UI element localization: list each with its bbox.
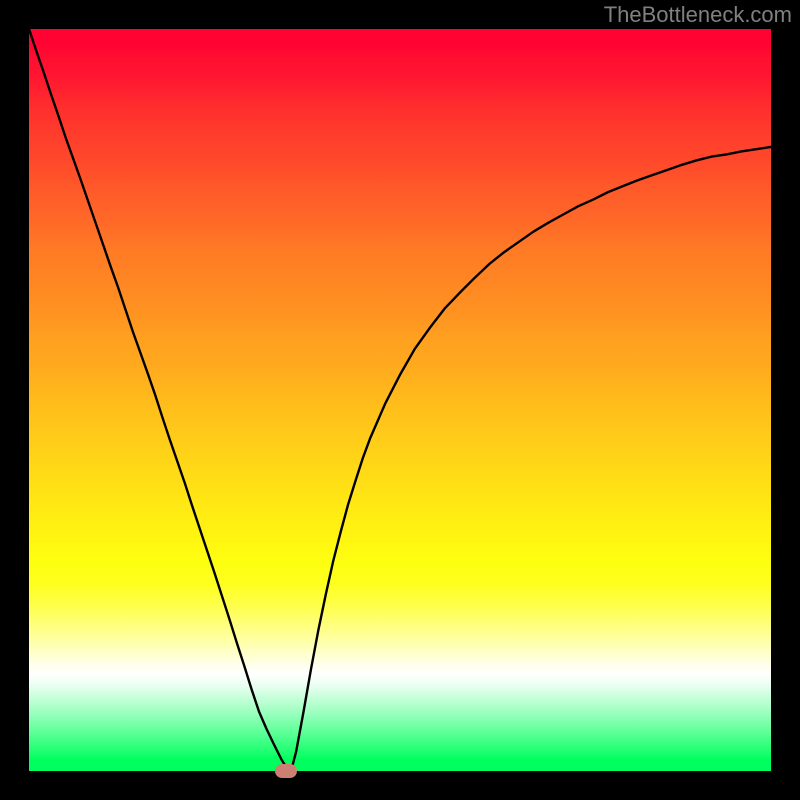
watermark-text: TheBottleneck.com [604, 2, 792, 28]
bottleneck-curve [29, 29, 771, 771]
optimal-marker [275, 764, 297, 778]
